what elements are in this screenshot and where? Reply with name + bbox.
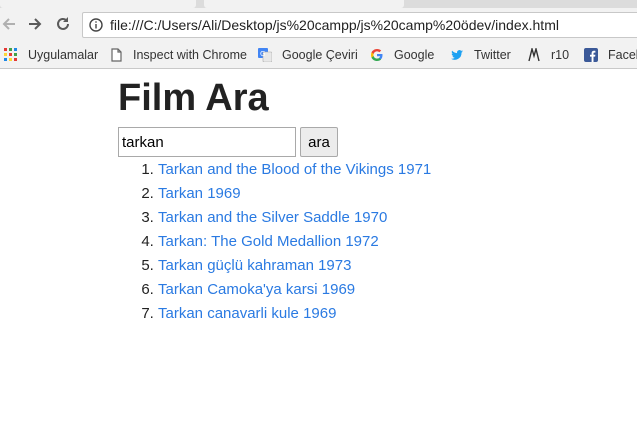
reload-icon: [57, 17, 69, 30]
translate-icon: G: [258, 48, 272, 62]
bookmark-label: Faceb: [608, 48, 637, 62]
forward-arrow-icon: [29, 18, 42, 30]
search-input[interactable]: [118, 127, 296, 157]
search-button[interactable]: ara: [300, 127, 338, 157]
bookmark-label: r10: [551, 48, 570, 62]
results-list: Tarkan and the Blood of the Vikings 1971…: [118, 158, 431, 326]
browser-tab[interactable]: [0, 0, 196, 8]
twitter-icon: [451, 50, 463, 60]
bookmark-label: Inspect with Chrome: [133, 48, 247, 62]
info-icon[interactable]: [89, 18, 103, 32]
forward-button[interactable]: [22, 11, 48, 37]
result-link[interactable]: Tarkan canavarli kule 1969: [158, 305, 336, 322]
bookmark-label: Uygulamalar: [28, 48, 99, 62]
result-link[interactable]: Tarkan Camoka'ya karsi 1969: [158, 281, 355, 298]
r10-icon: [528, 48, 540, 62]
list-item: Tarkan and the Blood of the Vikings 1971: [158, 158, 431, 182]
apps-grid-icon: [4, 48, 17, 61]
bookmark-twitter[interactable]: Twitter: [450, 47, 511, 63]
list-item: Tarkan and the Silver Saddle 1970: [158, 206, 431, 230]
bookmark-google[interactable]: Google: [370, 47, 434, 63]
page-icon: [111, 48, 122, 62]
result-link[interactable]: Tarkan and the Blood of the Vikings 1971: [158, 161, 431, 178]
bookmark-label: Google Çeviri: [282, 48, 358, 62]
facebook-icon: [584, 48, 598, 62]
result-link[interactable]: Tarkan and the Silver Saddle 1970: [158, 209, 387, 226]
bookmark-inspect[interactable]: Inspect with Chrome: [109, 47, 247, 63]
bookmark-label: Google: [394, 48, 435, 62]
back-arrow-icon: [2, 18, 15, 30]
page-title: Film Ara: [118, 77, 269, 119]
tab-strip: [0, 0, 637, 8]
browser-tab-2[interactable]: [204, 0, 404, 8]
bookmark-google-translate[interactable]: G Google Çeviri: [258, 47, 358, 63]
reload-button[interactable]: [50, 11, 76, 37]
bookmark-label: Twitter: [474, 48, 511, 62]
bookmarks-bar: Uygulamalar Inspect with Chrome G Google…: [0, 41, 637, 69]
address-bar[interactable]: file:///C:/Users/Ali/Desktop/js%20campp/…: [82, 12, 637, 38]
bookmark-apps[interactable]: Uygulamalar: [4, 47, 98, 63]
result-link[interactable]: Tarkan: The Gold Medallion 1972: [158, 233, 379, 250]
list-item: Tarkan canavarli kule 1969: [158, 302, 431, 326]
bookmark-facebook[interactable]: Faceb: [584, 47, 637, 63]
list-item: Tarkan güçlü kahraman 1973: [158, 254, 431, 278]
google-icon: [371, 49, 383, 61]
svg-text:G: G: [260, 50, 265, 58]
list-item: Tarkan Camoka'ya karsi 1969: [158, 278, 431, 302]
browser-toolbar: file:///C:/Users/Ali/Desktop/js%20campp/…: [0, 8, 637, 41]
result-link[interactable]: Tarkan güçlü kahraman 1973: [158, 257, 351, 274]
back-button[interactable]: [0, 11, 22, 37]
list-item: Tarkan: The Gold Medallion 1972: [158, 230, 431, 254]
bookmark-r10[interactable]: r10: [527, 47, 569, 63]
result-link[interactable]: Tarkan 1969: [158, 185, 241, 202]
list-item: Tarkan 1969: [158, 182, 431, 206]
address-url: file:///C:/Users/Ali/Desktop/js%20campp/…: [110, 17, 559, 33]
